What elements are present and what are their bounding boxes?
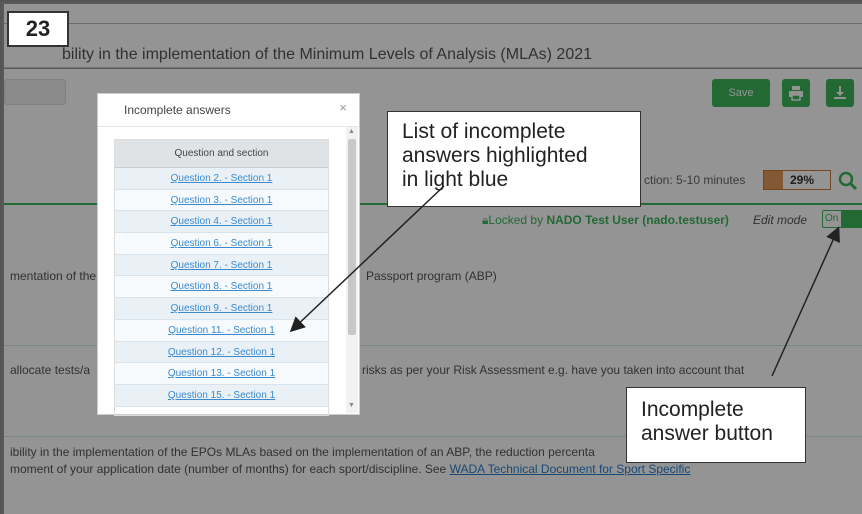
list-arrow bbox=[289, 185, 445, 333]
button-arrow bbox=[771, 226, 840, 377]
callout-arrows bbox=[289, 185, 840, 377]
screenshot-frame: bility in the implementation of the Mini… bbox=[0, 0, 862, 514]
